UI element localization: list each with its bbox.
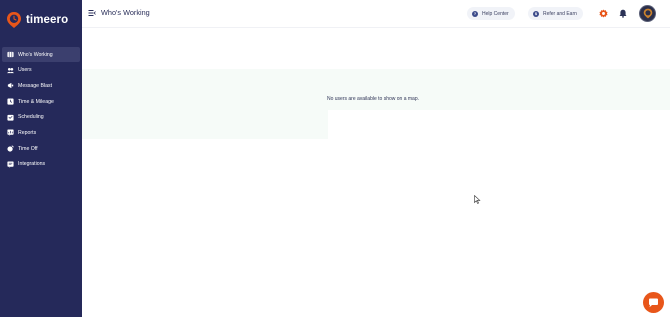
sidebar-item-message-blast[interactable]: Message Blast: [2, 78, 80, 93]
help-center-button[interactable]: ? Help Center: [467, 7, 515, 20]
map-icon: [7, 51, 14, 58]
sidebar-item-time-mileage[interactable]: Time & Mileage: [2, 94, 80, 109]
dollar-icon: $: [533, 10, 539, 17]
map-empty-band-lower: [82, 110, 328, 139]
report-icon: [7, 129, 14, 137]
sidebar-item-reports[interactable]: Reports: [2, 125, 80, 140]
sidebar-nav: Who's Working Users Message Blast Time &…: [2, 47, 80, 173]
timeoff-icon: [7, 145, 14, 152]
bell-icon: [619, 9, 627, 18]
sidebar-item-label: Users: [18, 67, 32, 74]
megaphone-icon: [7, 83, 14, 89]
calendar-icon: [7, 114, 14, 121]
sidebar-item-integrations[interactable]: Integrations: [2, 157, 80, 172]
sidebar-item-label: Time Off: [18, 145, 38, 152]
refer-and-earn-label: Refer and Earn: [543, 10, 577, 17]
empty-state-message: No users are available to show on a map.: [327, 96, 419, 102]
user-avatar[interactable]: [639, 5, 656, 22]
gear-icon: [598, 8, 608, 18]
sidebar-item-scheduling[interactable]: Scheduling: [2, 110, 80, 125]
chat-bubble-icon: [649, 298, 658, 307]
app-logo[interactable]: timeero: [6, 9, 68, 31]
mouse-cursor-icon: [474, 195, 481, 204]
sidebar-item-label: Scheduling: [18, 114, 44, 121]
sidebar-item-label: Who's Working: [18, 51, 53, 58]
refer-and-earn-button[interactable]: $ Refer and Earn: [528, 7, 583, 20]
question-icon: ?: [472, 10, 478, 17]
notifications-button[interactable]: [618, 8, 628, 18]
sidebar-item-label: Time & Mileage: [18, 98, 54, 105]
sidebar-item-label: Integrations: [18, 161, 46, 168]
sidebar-item-label: Reports: [18, 129, 37, 136]
map-empty-band: [82, 69, 670, 110]
menu-collapse-icon[interactable]: [88, 9, 96, 17]
main-content: No users are available to show on a map.: [82, 28, 670, 317]
timeero-logo-icon: [7, 12, 21, 28]
sidebar-item-users[interactable]: Users: [2, 63, 80, 78]
sidebar-item-whos-working[interactable]: Who's Working: [2, 47, 80, 62]
integrations-icon: [7, 161, 14, 168]
page-title: Who's Working: [101, 8, 150, 17]
help-center-label: Help Center: [482, 10, 509, 17]
top-bar: Who's Working ? Help Center $ Refer and …: [82, 0, 670, 28]
sidebar: timeero Who's Working Users Message Blas…: [0, 0, 82, 317]
settings-button[interactable]: [598, 8, 608, 18]
avatar-logo-icon: [643, 8, 652, 19]
chat-support-button[interactable]: [643, 292, 664, 313]
sidebar-item-label: Message Blast: [18, 82, 53, 89]
app-name: timeero: [26, 14, 69, 26]
clock-icon: [7, 98, 14, 105]
users-icon: [7, 67, 14, 73]
sidebar-item-time-off[interactable]: Time Off: [2, 141, 80, 156]
